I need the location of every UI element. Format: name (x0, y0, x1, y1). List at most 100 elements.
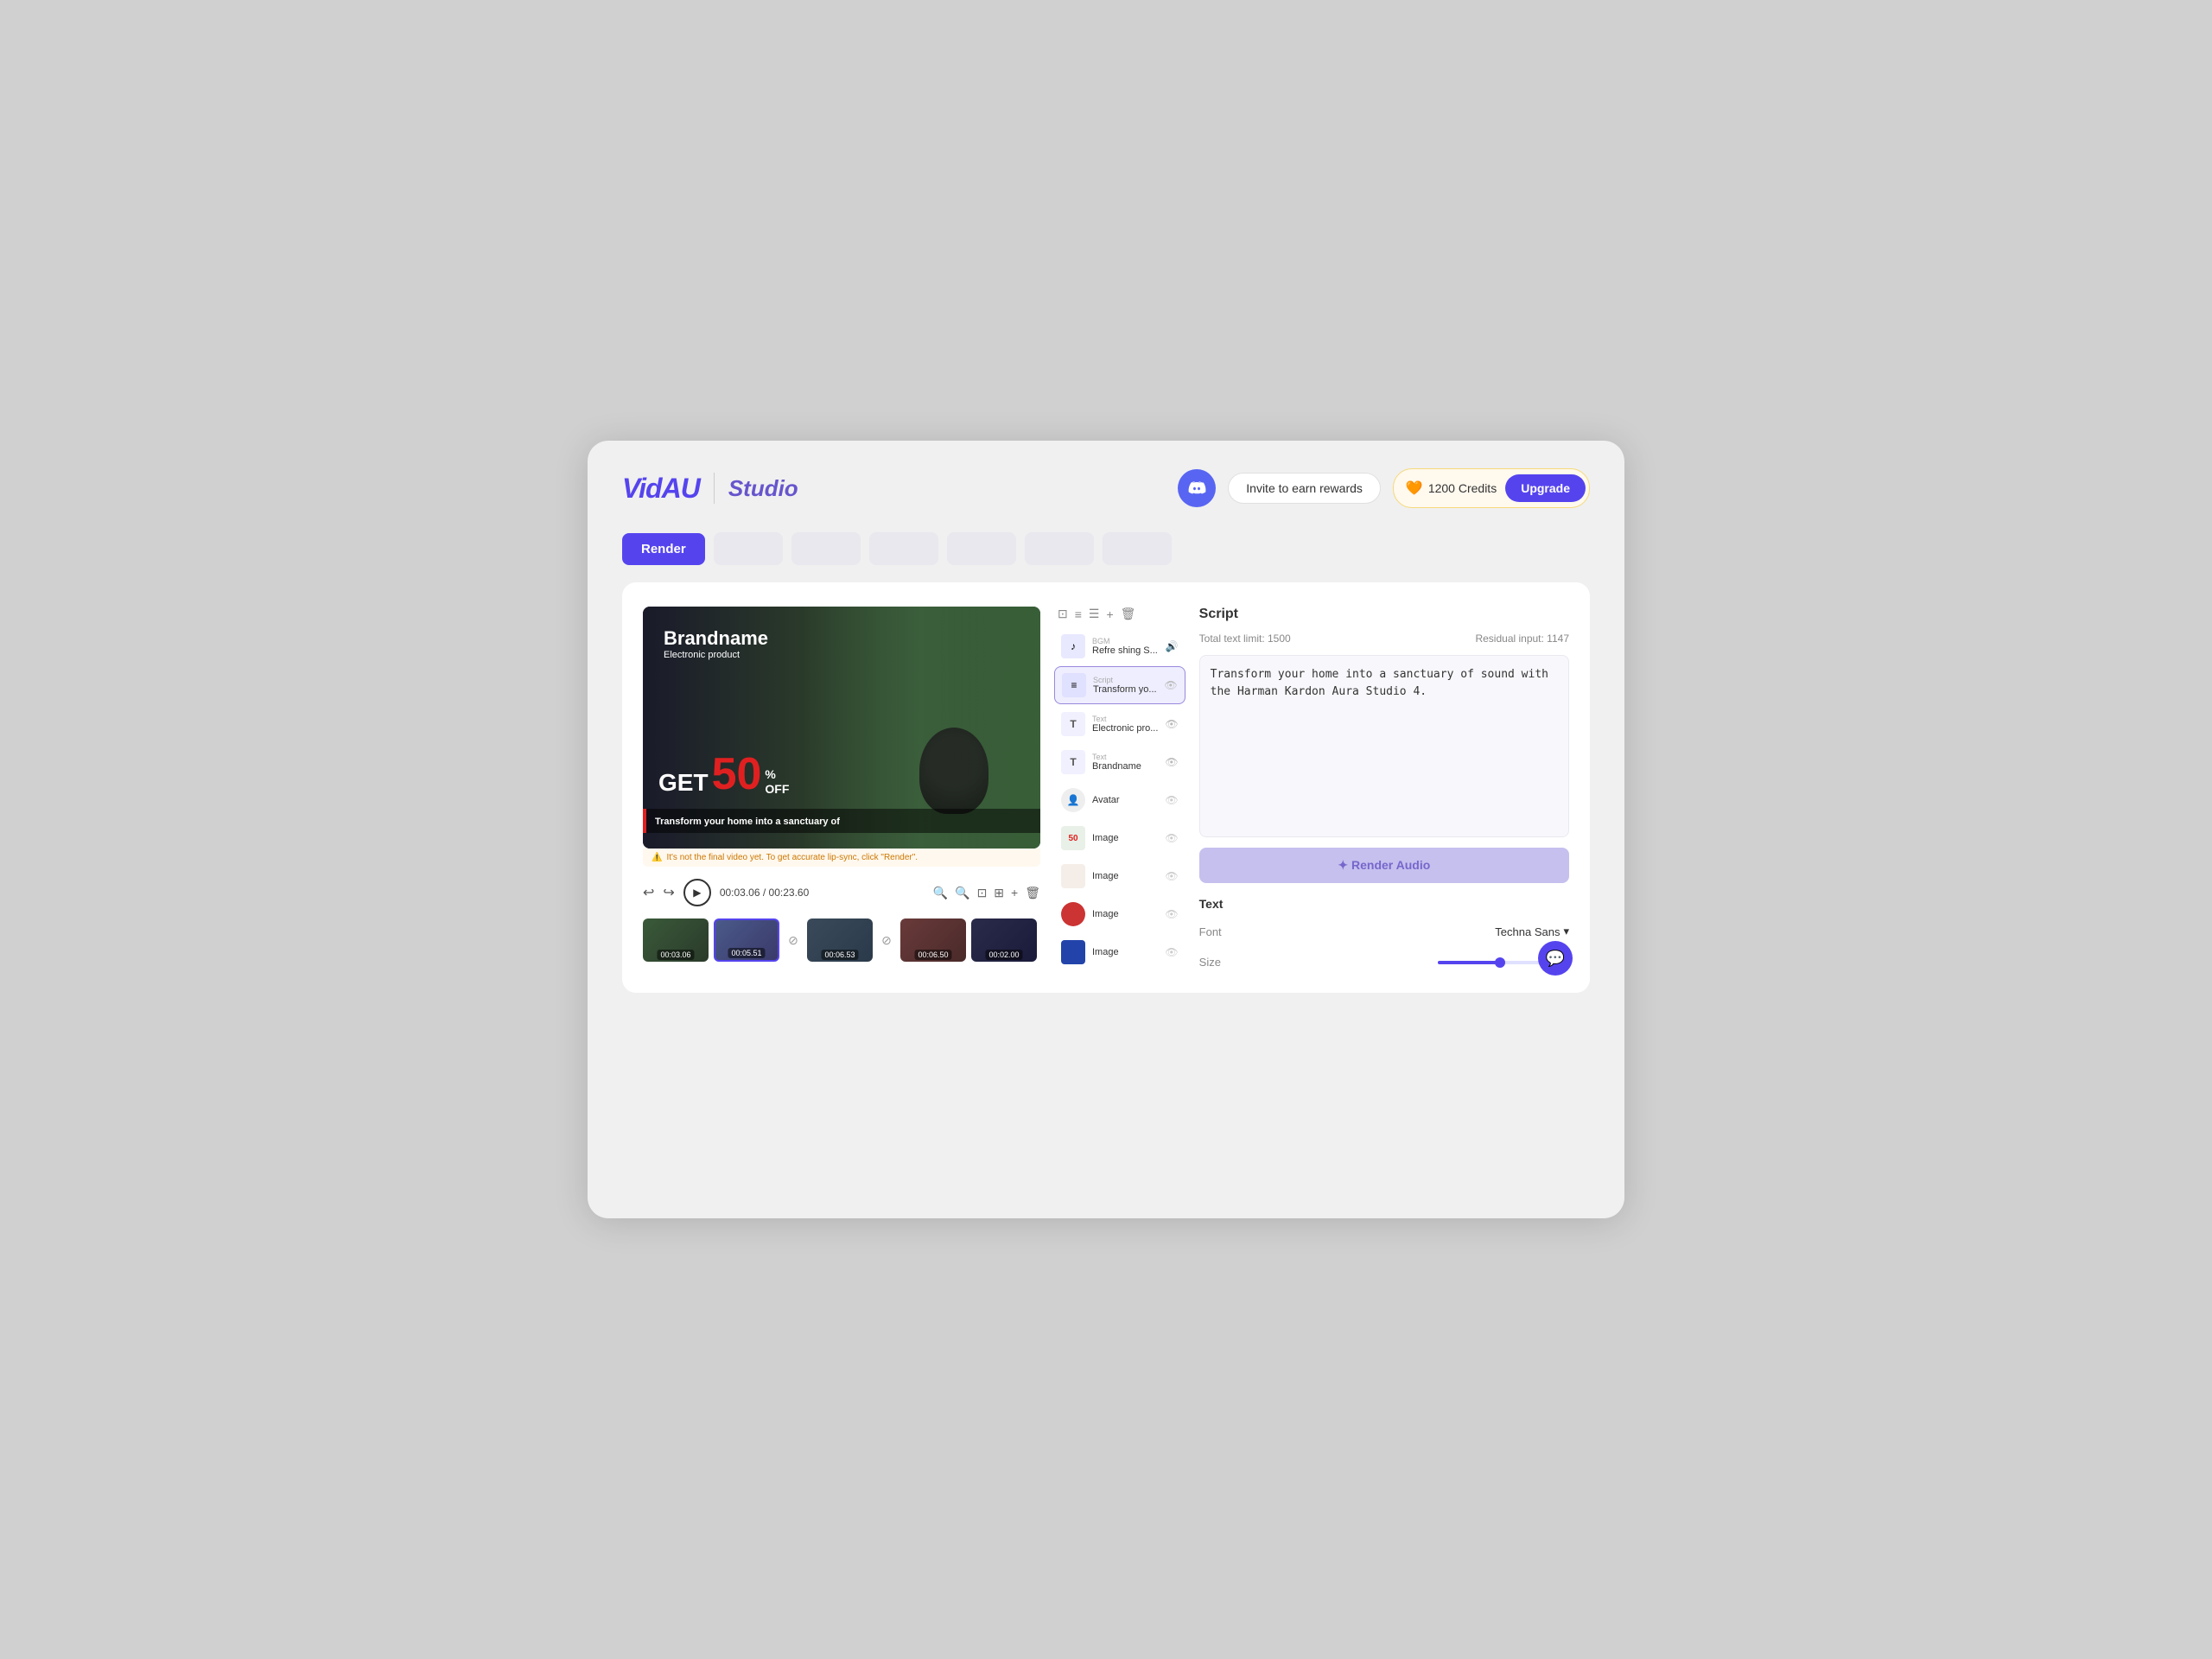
layer-text2-type: Text (1092, 753, 1158, 761)
warning-bar: ⚠️ It's not the final video yet. To get … (643, 849, 1040, 867)
thumbnail-5[interactable]: 00:02.00 (971, 918, 1037, 962)
layer-copy-btn[interactable]: ⊡ (1058, 607, 1068, 621)
layer-avatar[interactable]: 👤 Avatar 👁 (1054, 782, 1185, 818)
thumb-time-1: 00:03.06 (657, 950, 694, 960)
editor-body: Brandname Electronic product GET 50 % OF… (643, 607, 1569, 972)
layer-avatar-info: Avatar (1092, 795, 1158, 805)
video-text-overlay: Brandname Electronic product (664, 627, 768, 660)
script-header: Script (1199, 607, 1569, 622)
render-tab[interactable]: Render (622, 533, 705, 565)
layer-img4-eye[interactable]: 👁 (1165, 946, 1178, 958)
layer-img2-eye[interactable]: 👁 (1165, 870, 1178, 882)
undo-button[interactable]: ↩ (643, 884, 654, 901)
thumb-time-2: 00:05.51 (728, 948, 765, 958)
get-text: GET (658, 769, 709, 797)
percent-sign: % (765, 767, 789, 782)
layer-script-eye[interactable]: 👁 (1164, 679, 1177, 691)
layer-text2-name: Brandname (1092, 761, 1158, 772)
thumbnail-3[interactable]: 00:06.53 (807, 918, 873, 962)
credits-area: 🧡 1200 Credits Upgrade (1393, 468, 1590, 508)
layers-toolbar: ⊡ ≡ ☰ + 🗑 (1054, 607, 1185, 621)
fifty-text: 50 (712, 752, 762, 797)
logo-text: VidAU (622, 473, 700, 505)
thumb-time-5: 00:02.00 (985, 950, 1022, 960)
script-limits: Total text limit: 1500 Residual input: 1… (1199, 632, 1569, 645)
thumb-time-3: 00:06.53 (821, 950, 858, 960)
product-sub-text: Electronic product (664, 650, 768, 660)
layer-script-thumb: ≡ (1062, 673, 1086, 697)
layer-img2-thumb (1061, 864, 1085, 888)
layer-bgm-type: BGM (1092, 637, 1159, 645)
thumbnails-row: 00:03.06 00:05.51 ⊘ 00:06.53 ⊘ 00:06.50 … (643, 918, 1040, 962)
layer-text2-eye[interactable]: 👁 (1165, 756, 1178, 768)
add-button[interactable]: + (1011, 886, 1018, 899)
percent-off: % OFF (765, 767, 789, 797)
thumbnail-2[interactable]: 00:05.51 (714, 918, 779, 962)
redo-button[interactable]: ↪ (663, 884, 674, 901)
thumb-split-1[interactable]: ⊘ (785, 918, 802, 962)
layer-image-2[interactable]: Image 👁 (1054, 858, 1185, 894)
heart-icon: 🧡 (1406, 480, 1423, 497)
size-slider-thumb[interactable] (1495, 957, 1505, 968)
thumb-split-2[interactable]: ⊘ (878, 918, 895, 962)
layer-delete-btn[interactable]: 🗑 (1121, 607, 1136, 621)
total-time: 00:23.60 (769, 887, 810, 899)
thumbnail-4[interactable]: 00:06.50 (900, 918, 966, 962)
layer-avatar-eye[interactable]: 👁 (1165, 794, 1178, 806)
tab-4[interactable] (947, 532, 1016, 565)
tab-6[interactable] (1103, 532, 1172, 565)
off-text: OFF (765, 782, 789, 797)
layer-bgm[interactable]: ♪ BGM Refre shing S... 🔊 (1054, 628, 1185, 664)
warning-icon: ⚠️ (652, 853, 662, 862)
logo-area: VidAU Studio (622, 473, 798, 505)
split-button[interactable]: ⊡ (977, 886, 988, 900)
header: VidAU Studio Invite to earn rewards 🧡 12… (622, 468, 1590, 508)
layer-image-3[interactable]: Image 👁 (1054, 896, 1185, 932)
tab-1[interactable] (714, 532, 783, 565)
layer-text2-thumb: T (1061, 750, 1085, 774)
play-button[interactable]: ▶ (683, 879, 711, 906)
residual-input-label: Residual input: 1147 (1475, 632, 1569, 645)
chat-button[interactable]: 💬 (1538, 941, 1573, 976)
upgrade-button[interactable]: Upgrade (1505, 474, 1586, 502)
delete-button[interactable]: 🗑 (1025, 886, 1040, 900)
script-textarea[interactable]: Transform your home into a sanctuary of … (1199, 655, 1569, 837)
layer-text-2[interactable]: T Text Brandname 👁 (1054, 744, 1185, 780)
credits-text: 🧡 1200 Credits (1406, 480, 1497, 497)
subtitle-text: Transform your home into a sanctuary of (655, 817, 840, 827)
tab-3[interactable] (869, 532, 938, 565)
layer-text-1[interactable]: T Text Electronic pro... 👁 (1054, 706, 1185, 742)
discount-text: GET 50 % OFF (658, 752, 789, 797)
layer-avatar-thumb: 👤 (1061, 788, 1085, 812)
font-row: Font Techna Sans ▾ (1199, 921, 1569, 942)
trim-button[interactable]: ⊞ (994, 886, 1004, 900)
render-audio-button[interactable]: ✦ Render Audio (1199, 848, 1569, 883)
layer-image-1[interactable]: 50 Image 👁 (1054, 820, 1185, 856)
layer-img1-eye[interactable]: 👁 (1165, 832, 1178, 844)
layer-align-btn[interactable]: ≡ (1075, 607, 1082, 621)
layer-img1-thumb: 50 (1061, 826, 1085, 850)
layer-order-btn[interactable]: ☰ (1089, 607, 1100, 621)
zoom-out-button[interactable]: 🔍 (933, 886, 948, 900)
size-label: Size (1199, 956, 1221, 969)
studio-text: Studio (728, 475, 798, 502)
layer-add-btn[interactable]: + (1106, 607, 1113, 621)
size-slider[interactable] (1438, 961, 1541, 964)
tab-2[interactable] (791, 532, 861, 565)
size-row: Size 35 (1199, 952, 1569, 972)
layer-img1-name: Image (1092, 833, 1158, 843)
layer-img3-eye[interactable]: 👁 (1165, 908, 1178, 920)
layer-text1-eye[interactable]: 👁 (1165, 718, 1178, 730)
warning-text: It's not the final video yet. To get acc… (666, 853, 918, 862)
subtitle-bar: Transform your home into a sanctuary of (643, 809, 1040, 833)
layer-bgm-eye[interactable]: 🔊 (1166, 640, 1179, 652)
credits-value: 1200 Credits (1428, 481, 1497, 495)
discord-button[interactable] (1178, 469, 1216, 507)
thumbnail-1[interactable]: 00:03.06 (643, 918, 709, 962)
zoom-in-button[interactable]: 🔍 (955, 886, 969, 900)
layer-image-4[interactable]: Image 👁 (1054, 934, 1185, 970)
invite-button[interactable]: Invite to earn rewards (1228, 473, 1381, 504)
tab-5[interactable] (1025, 532, 1094, 565)
layer-script[interactable]: ≡ Script Transform yo... 👁 (1054, 666, 1185, 704)
video-area: Brandname Electronic product GET 50 % OF… (643, 607, 1040, 972)
